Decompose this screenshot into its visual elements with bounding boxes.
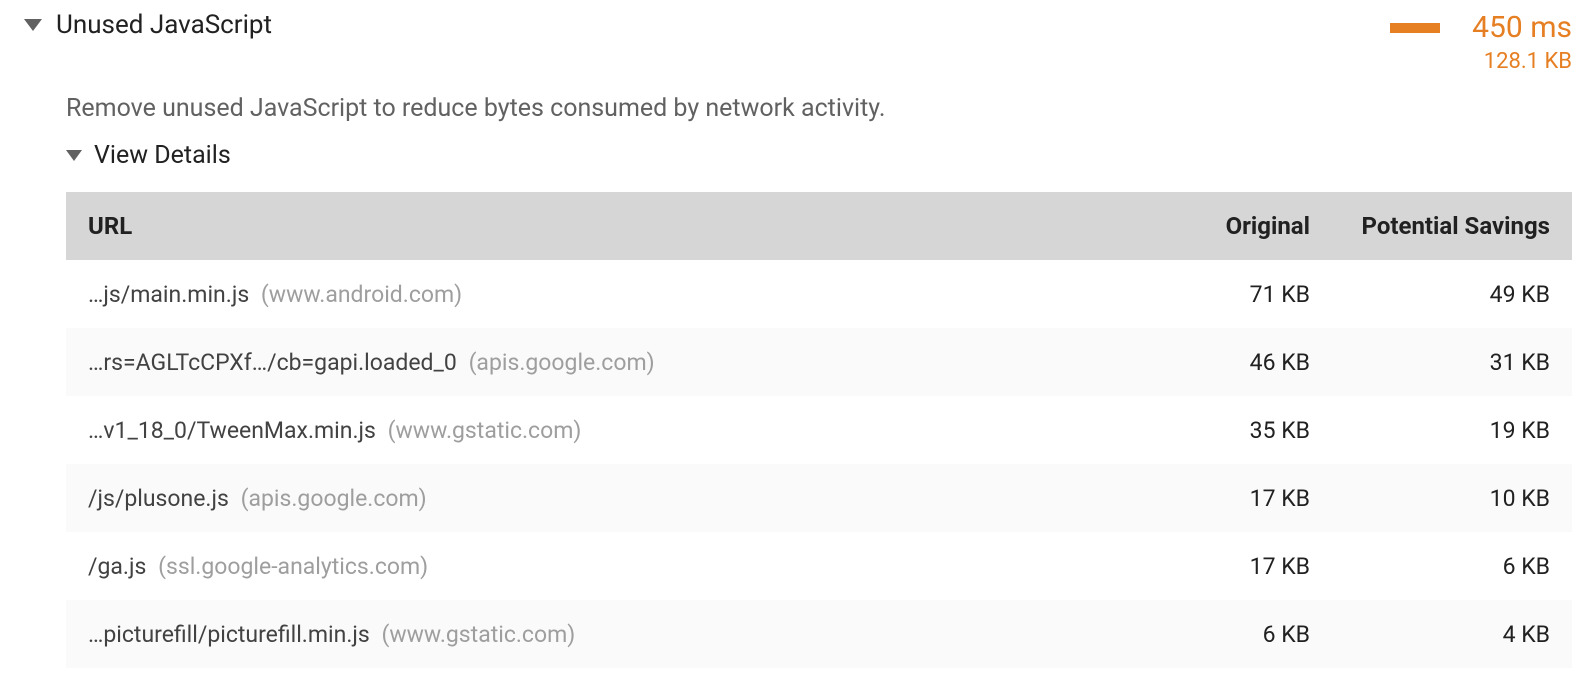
original-cell: 71 KB: [1092, 260, 1332, 328]
col-header-url[interactable]: URL: [66, 192, 1092, 260]
url-path: /ga.js: [88, 553, 146, 580]
audit-header: Unused JavaScript 450 ms 128.1 KB: [24, 10, 1572, 74]
savings-cell: 4 KB: [1332, 600, 1572, 668]
metric-size: 128.1 KB: [1484, 49, 1572, 74]
original-cell: 17 KB: [1092, 532, 1332, 600]
table-row: /js/plusone.js (apis.google.com) 17 KB 1…: [66, 464, 1572, 532]
col-header-savings[interactable]: Potential Savings: [1332, 192, 1572, 260]
original-cell: 46 KB: [1092, 328, 1332, 396]
original-cell: 6 KB: [1092, 600, 1332, 668]
url-path: /js/plusone.js: [88, 485, 229, 512]
savings-cell: 31 KB: [1332, 328, 1572, 396]
severity-indicator-icon: [1390, 23, 1440, 33]
url-domain: (apis.google.com): [241, 485, 427, 512]
audit-header-toggle[interactable]: Unused JavaScript: [24, 10, 1312, 40]
col-header-original[interactable]: Original: [1092, 192, 1332, 260]
table-row: …picturefill/picturefill.min.js (www.gst…: [66, 600, 1572, 668]
table-row: …js/main.min.js (www.android.com) 71 KB …: [66, 260, 1572, 328]
chevron-down-icon: [66, 150, 82, 161]
audit-title: Unused JavaScript: [56, 10, 272, 40]
url-cell[interactable]: …picturefill/picturefill.min.js (www.gst…: [66, 600, 1092, 668]
url-cell[interactable]: …js/main.min.js (www.android.com): [66, 260, 1092, 328]
savings-cell: 10 KB: [1332, 464, 1572, 532]
url-cell[interactable]: …v1_18_0/TweenMax.min.js (www.gstatic.co…: [66, 396, 1092, 464]
table-row: /ga.js (ssl.google-analytics.com) 17 KB …: [66, 532, 1572, 600]
table-row: …v1_18_0/TweenMax.min.js (www.gstatic.co…: [66, 396, 1572, 464]
url-cell[interactable]: /js/plusone.js (apis.google.com): [66, 464, 1092, 532]
savings-cell: 6 KB: [1332, 532, 1572, 600]
url-domain: (ssl.google-analytics.com): [158, 553, 428, 580]
savings-cell: 19 KB: [1332, 396, 1572, 464]
url-path: …rs=AGLTcCPXf…/cb=gapi.loaded_0: [88, 349, 457, 376]
url-path: …picturefill/picturefill.min.js: [88, 621, 370, 648]
url-domain: (www.gstatic.com): [381, 621, 575, 648]
url-domain: (apis.google.com): [469, 349, 655, 376]
table-row: …rs=AGLTcCPXf…/cb=gapi.loaded_0 (apis.go…: [66, 328, 1572, 396]
url-cell[interactable]: /ga.js (ssl.google-analytics.com): [66, 532, 1092, 600]
original-cell: 35 KB: [1092, 396, 1332, 464]
url-domain: (www.android.com): [261, 281, 462, 308]
audit-metrics-row: 450 ms: [1390, 10, 1572, 45]
url-path: …v1_18_0/TweenMax.min.js: [88, 417, 376, 444]
savings-cell: 49 KB: [1332, 260, 1572, 328]
audit-description: Remove unused JavaScript to reduce bytes…: [66, 94, 1572, 123]
table-header-row: URL Original Potential Savings: [66, 192, 1572, 260]
chevron-down-icon: [24, 19, 42, 31]
url-domain: (www.gstatic.com): [388, 417, 582, 444]
metric-time: 450 ms: [1472, 10, 1572, 45]
original-cell: 17 KB: [1092, 464, 1332, 532]
audit-details-table: URL Original Potential Savings …js/main.…: [66, 192, 1572, 668]
url-cell[interactable]: …rs=AGLTcCPXf…/cb=gapi.loaded_0 (apis.go…: [66, 328, 1092, 396]
view-details-label: View Details: [94, 141, 231, 170]
view-details-toggle[interactable]: View Details: [66, 141, 1572, 170]
audit-panel: Unused JavaScript 450 ms 128.1 KB Remove…: [0, 0, 1596, 668]
audit-metrics: 450 ms 128.1 KB: [1312, 10, 1572, 74]
url-path: …js/main.min.js: [88, 281, 249, 308]
